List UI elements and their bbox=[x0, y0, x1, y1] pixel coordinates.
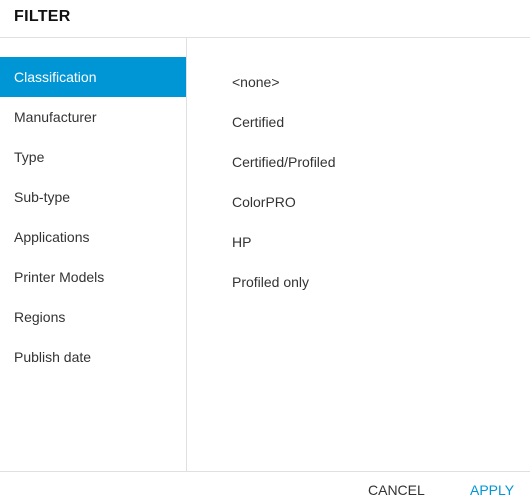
sidebar-item-sub-type[interactable]: Sub-type bbox=[0, 177, 186, 217]
cancel-button[interactable]: CANCEL bbox=[368, 478, 425, 502]
option-profiled-only[interactable]: Profiled only bbox=[232, 270, 309, 294]
filter-options-list: <none> Certified Certified/Profiled Colo… bbox=[187, 38, 530, 471]
dialog-title: FILTER bbox=[14, 8, 71, 25]
footer-divider bbox=[0, 471, 530, 472]
sidebar-item-classification[interactable]: Classification bbox=[0, 57, 186, 97]
sidebar-item-manufacturer[interactable]: Manufacturer bbox=[0, 97, 186, 137]
apply-button[interactable]: APPLY bbox=[470, 478, 514, 502]
sidebar-item-printer-models[interactable]: Printer Models bbox=[0, 257, 186, 297]
sidebar-item-type[interactable]: Type bbox=[0, 137, 186, 177]
sidebar-item-regions[interactable]: Regions bbox=[0, 297, 186, 337]
option-hp[interactable]: HP bbox=[232, 230, 251, 254]
sidebar-item-publish-date[interactable]: Publish date bbox=[0, 337, 186, 377]
option-certified[interactable]: Certified bbox=[232, 110, 284, 134]
filter-category-sidebar: Classification Manufacturer Type Sub-typ… bbox=[0, 38, 187, 471]
option-none[interactable]: <none> bbox=[232, 70, 280, 94]
option-certified-profiled[interactable]: Certified/Profiled bbox=[232, 150, 336, 174]
option-colorpro[interactable]: ColorPRO bbox=[232, 190, 296, 214]
filter-dialog: FILTER Classification Manufacturer Type … bbox=[0, 0, 530, 504]
sidebar-item-applications[interactable]: Applications bbox=[0, 217, 186, 257]
